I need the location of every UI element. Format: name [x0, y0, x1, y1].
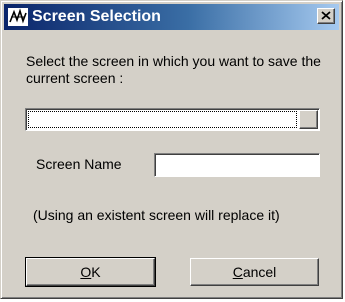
- combobox-dropdown-button[interactable]: [299, 110, 318, 129]
- instruction-text: Select the screen in which you want to s…: [26, 53, 321, 86]
- screen-name-label: Screen Name: [36, 156, 122, 172]
- window-title: Screen Selection: [32, 8, 161, 25]
- ok-button[interactable]: OK: [25, 257, 156, 287]
- screen-name-input[interactable]: [154, 153, 320, 177]
- screen-selection-dialog: Screen Selection Select the screen in wh…: [0, 0, 343, 299]
- combobox-focus-area[interactable]: [28, 111, 297, 128]
- ok-button-label: OK: [80, 264, 101, 280]
- screen-select-combobox[interactable]: [25, 108, 320, 131]
- replace-warning-text: (Using an existent screen will replace i…: [33, 207, 280, 223]
- cancel-button[interactable]: Cancel: [190, 258, 319, 286]
- app-logo-icon: [8, 8, 28, 26]
- cancel-button-label: Cancel: [232, 264, 277, 280]
- close-icon: [321, 7, 331, 25]
- close-button[interactable]: [317, 8, 335, 24]
- title-bar[interactable]: Screen Selection: [4, 4, 339, 30]
